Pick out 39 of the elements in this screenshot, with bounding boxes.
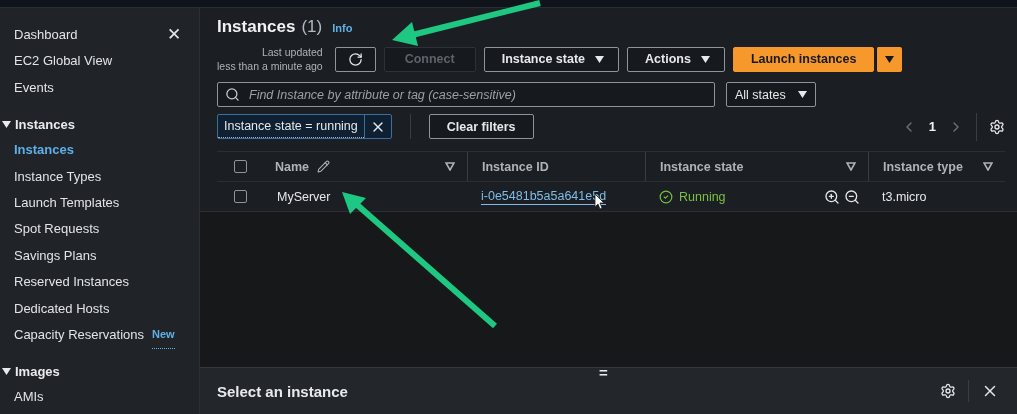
column-header[interactable]: Instance state — [660, 159, 744, 174]
nav-item[interactable]: Dashboard — [14, 22, 78, 49]
column-header[interactable]: Instance type — [883, 159, 963, 174]
status-label: Running — [679, 189, 726, 204]
nav-item[interactable]: AMIs — [14, 384, 199, 411]
filter-text: Instance state = running — [218, 115, 364, 138]
column-header[interactable]: Instance ID — [482, 159, 549, 174]
column-header[interactable]: Name — [275, 159, 310, 174]
section-title: Images — [15, 363, 60, 379]
new-badge: New — [152, 321, 175, 349]
close-button[interactable]: ✕ — [167, 24, 181, 45]
last-updated-text: Last updated — [260, 45, 323, 59]
nav-item[interactable]: Instance Types — [14, 163, 199, 190]
table-cell: t3.micro — [882, 189, 927, 204]
last-updated-text: less than a minute ago — [217, 59, 323, 73]
page-title: Instances — [217, 17, 296, 37]
nav-item[interactable]: Launch Templates — [14, 189, 199, 217]
search-field[interactable]: Find Instance by attribute or tag (case-sensitive) — [217, 82, 715, 107]
state-select[interactable]: All states — [726, 82, 816, 107]
table-cell: MyServer — [277, 189, 331, 204]
instance-count: (1) — [301, 17, 323, 37]
nav-item[interactable]: Capacity Reservations New — [14, 321, 199, 349]
nav-item[interactable]: Instances — [14, 137, 199, 164]
info-link[interactable]: Info — [332, 22, 353, 34]
section-title: Instances — [15, 116, 75, 132]
nav-item[interactable]: Events — [14, 74, 54, 102]
nav-item[interactable]: Reserved Instances — [14, 269, 199, 296]
panel-title: Select an instance — [217, 382, 348, 400]
page-number[interactable]: 1 — [928, 119, 936, 134]
nav-item[interactable]: Dedicated Hosts — [14, 295, 199, 322]
nav-label: Capacity Reservations — [14, 325, 145, 344]
dropdown-button[interactable]: Instance state — [483, 46, 620, 72]
launch-button[interactable]: Launch instances — [732, 46, 875, 72]
nav-item[interactable]: Spot Requests — [14, 216, 199, 243]
nav-item[interactable]: Savings Plans — [14, 242, 199, 270]
dropdown-button[interactable]: Actions — [627, 46, 725, 72]
nav-item[interactable]: EC2 Global View — [14, 48, 113, 75]
resize-handle[interactable]: = — [599, 364, 608, 381]
clear-filters-button[interactable]: Clear filters — [428, 114, 534, 139]
